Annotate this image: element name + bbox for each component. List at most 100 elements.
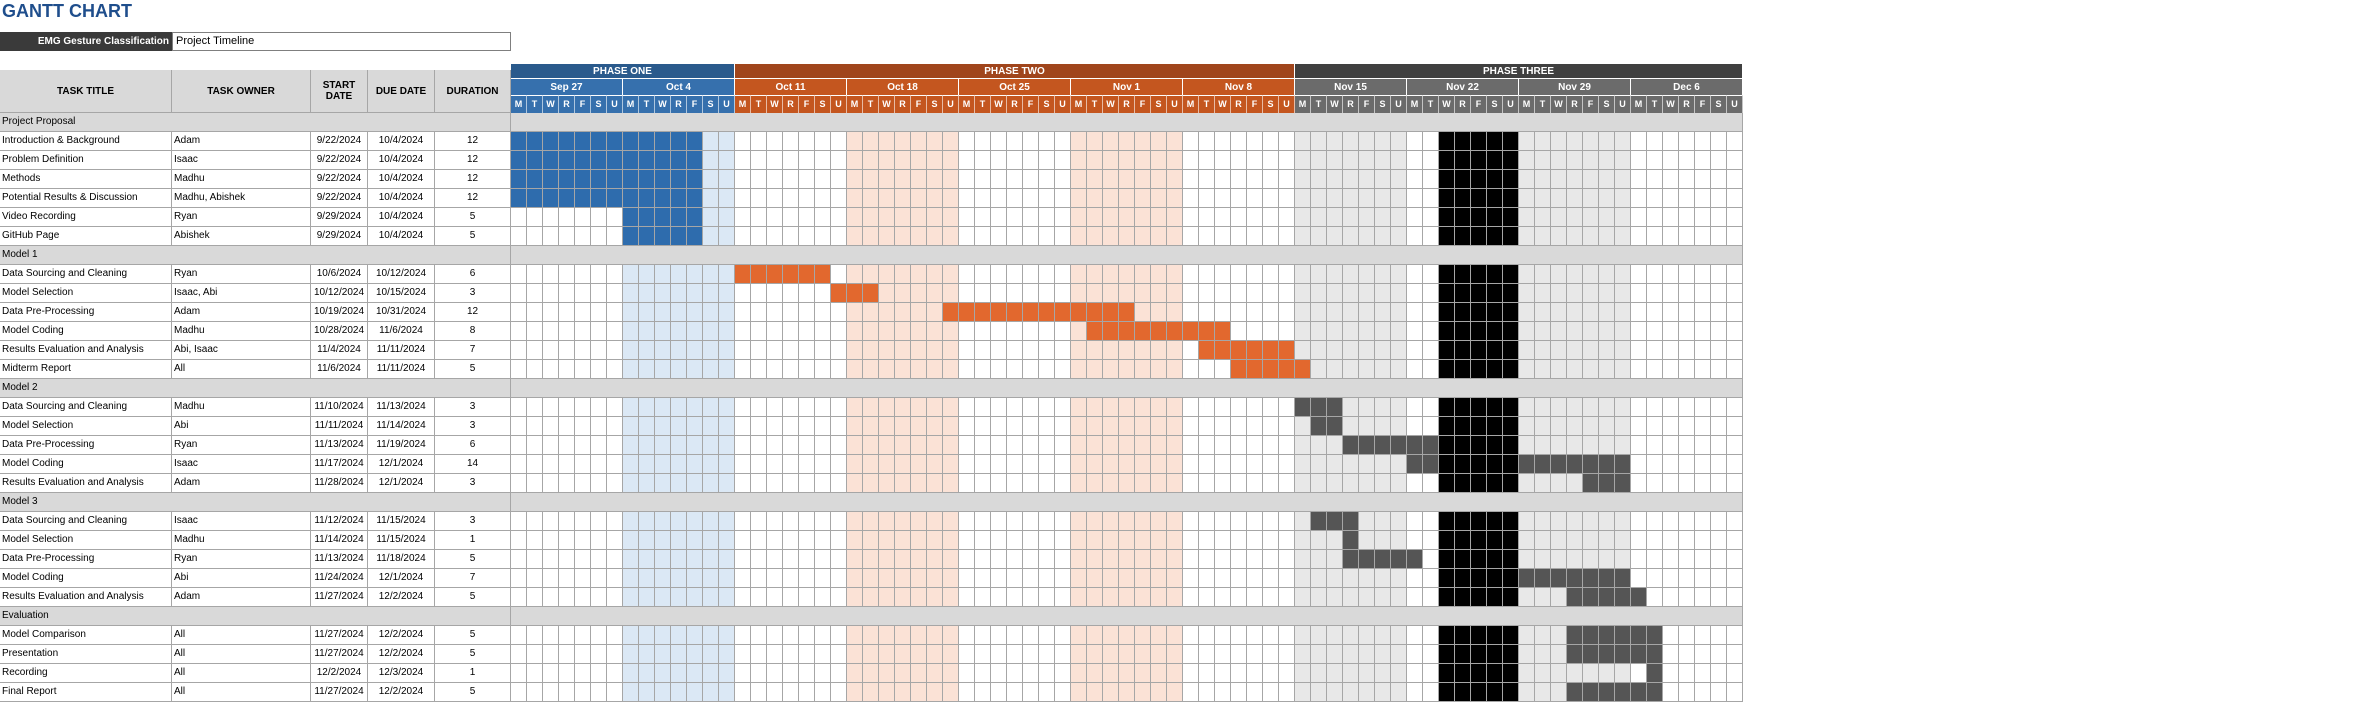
day-cell[interactable] [799,550,815,569]
day-cell[interactable] [1087,569,1103,588]
day-cell[interactable] [1663,360,1679,379]
day-cell[interactable] [1503,151,1519,170]
day-cell[interactable] [1695,132,1711,151]
task-row[interactable]: Model Selection Abi 11/11/2024 11/14/2024 3 [0,417,1743,436]
day-cell[interactable] [1311,664,1327,683]
day-cell[interactable] [703,417,719,436]
task-row[interactable]: Model Selection Isaac, Abi 10/12/2024 10/15… [0,284,1743,303]
day-cell[interactable] [767,550,783,569]
task-owner-cell[interactable]: Isaac [172,455,311,474]
day-cell[interactable] [1247,664,1263,683]
day-cell[interactable] [911,151,927,170]
day-cell[interactable] [1631,189,1647,208]
day-cell[interactable] [895,151,911,170]
day-cell[interactable] [799,455,815,474]
day-cell[interactable] [1343,151,1359,170]
day-cell[interactable] [1391,208,1407,227]
day-cell[interactable] [943,417,959,436]
day-cell[interactable] [1023,626,1039,645]
day-cell[interactable] [1551,645,1567,664]
start-date-cell[interactable]: 9/22/2024 [311,170,368,189]
day-cell[interactable] [703,341,719,360]
day-cell[interactable] [719,512,735,531]
day-cell[interactable] [895,512,911,531]
day-cell[interactable] [1695,322,1711,341]
day-cell[interactable] [799,588,815,607]
duration-cell[interactable]: 7 [435,569,511,588]
day-cell[interactable] [527,455,543,474]
day-cell[interactable] [607,436,623,455]
day-cell[interactable] [1487,436,1503,455]
day-cell[interactable] [1279,322,1295,341]
day-cell[interactable] [1151,208,1167,227]
day-cell[interactable] [1359,303,1375,322]
day-cell[interactable] [975,683,991,702]
day-cell[interactable] [1167,588,1183,607]
day-cell[interactable] [527,645,543,664]
day-cell[interactable] [911,474,927,493]
day-cell[interactable] [575,626,591,645]
day-cell[interactable] [607,550,623,569]
gantt-bar-cell[interactable] [1615,645,1631,664]
day-cell[interactable] [1023,645,1039,664]
day-cell[interactable] [1103,683,1119,702]
day-cell[interactable] [831,322,847,341]
day-cell[interactable] [1663,417,1679,436]
day-cell[interactable] [895,170,911,189]
day-cell[interactable] [1391,645,1407,664]
day-cell[interactable] [1103,512,1119,531]
day-cell[interactable] [911,227,927,246]
day-cell[interactable] [1071,189,1087,208]
task-title-cell[interactable]: Potential Results & Discussion [0,189,172,208]
day-cell[interactable] [863,664,879,683]
day-cell[interactable] [959,284,975,303]
day-cell[interactable] [1327,436,1343,455]
day-cell[interactable] [1103,360,1119,379]
day-cell[interactable] [735,588,751,607]
day-cell[interactable] [1471,569,1487,588]
day-cell[interactable] [1023,170,1039,189]
day-cell[interactable] [767,645,783,664]
due-date-cell[interactable]: 11/15/2024 [368,531,435,550]
day-cell[interactable] [511,512,527,531]
day-cell[interactable] [959,170,975,189]
start-date-cell[interactable]: 9/22/2024 [311,189,368,208]
day-cell[interactable] [1503,170,1519,189]
day-cell[interactable] [1311,626,1327,645]
day-cell[interactable] [991,645,1007,664]
day-cell[interactable] [1471,683,1487,702]
day-cell[interactable] [1695,227,1711,246]
day-cell[interactable] [1343,132,1359,151]
day-cell[interactable] [1071,455,1087,474]
day-cell[interactable] [1359,227,1375,246]
day-cell[interactable] [799,512,815,531]
day-cell[interactable] [1647,550,1663,569]
day-cell[interactable] [735,170,751,189]
day-cell[interactable] [1199,189,1215,208]
day-cell[interactable] [1663,588,1679,607]
day-cell[interactable] [671,398,687,417]
day-cell[interactable] [1599,151,1615,170]
start-date-cell[interactable]: 12/2/2024 [311,664,368,683]
day-cell[interactable] [1071,360,1087,379]
day-cell[interactable] [1519,436,1535,455]
day-cell[interactable] [591,398,607,417]
day-cell[interactable] [991,227,1007,246]
day-cell[interactable] [943,322,959,341]
gantt-bar-cell[interactable] [639,227,655,246]
day-cell[interactable] [1087,474,1103,493]
day-cell[interactable] [735,360,751,379]
day-cell[interactable] [1407,341,1423,360]
day-cell[interactable] [911,417,927,436]
task-row[interactable]: Presentation All 11/27/2024 12/2/2024 5 [0,645,1743,664]
gantt-bar-cell[interactable] [1599,569,1615,588]
gantt-bar-cell[interactable] [575,151,591,170]
day-cell[interactable] [1183,683,1199,702]
day-cell[interactable] [1423,569,1439,588]
day-cell[interactable] [1327,531,1343,550]
task-owner-cell[interactable]: Abi, Isaac [172,341,311,360]
day-cell[interactable] [1087,208,1103,227]
due-date-cell[interactable]: 11/19/2024 [368,436,435,455]
due-date-cell[interactable]: 10/4/2024 [368,132,435,151]
day-cell[interactable] [1375,322,1391,341]
